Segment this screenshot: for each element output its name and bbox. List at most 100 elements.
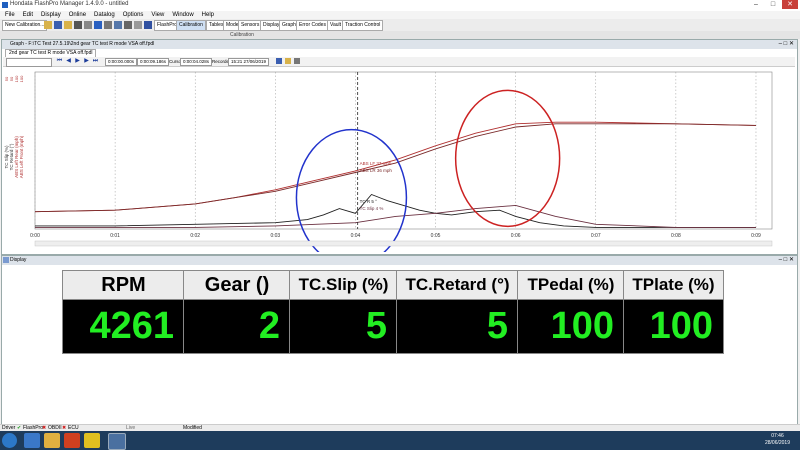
cursor-value-label: ABS LR 36 mph — [360, 168, 393, 173]
display-title-bar: Display – □ ✕ — [2, 256, 797, 265]
graph-window: Graph - F:\TC Test 27.5.19\2nd gear TC t… — [1, 39, 798, 255]
end-time-field[interactable]: 0:00:09.186s — [137, 58, 170, 66]
cursor-value-label: TC R 5 ° — [360, 199, 378, 204]
media-icon[interactable] — [64, 433, 80, 448]
menu-online[interactable]: Online — [66, 11, 89, 19]
step-forward-icon[interactable]: ▶ — [83, 58, 90, 65]
x-tick-label: 0:01 — [110, 233, 120, 239]
datalog-chart[interactable]: 0:00 0:01 0:02 0:03 0:04 0:05 0:06 0:07 0:08 0:09… — [2, 67, 797, 252]
skip-start-icon[interactable]: ⏮ — [56, 58, 63, 65]
x-tick-label: 0:00 — [30, 233, 40, 239]
menu-view[interactable]: View — [148, 11, 167, 19]
step-back-icon[interactable]: ◀ — [65, 58, 72, 65]
open-icon[interactable] — [44, 21, 52, 29]
gauge-value: 5 — [397, 300, 518, 353]
minimize-icon[interactable]: – — [748, 0, 764, 9]
x-tick-label: 0:07 — [591, 233, 601, 239]
graph-channel-select[interactable] — [6, 58, 52, 67]
gauge-label: TC.Retard (°) — [397, 271, 518, 300]
save-icon[interactable] — [54, 21, 62, 29]
y-axis-label: ABS Left Front (mph) — [19, 135, 24, 178]
display-title: Display — [10, 257, 27, 263]
graph-window-controls-icon[interactable]: – □ ✕ — [779, 40, 794, 47]
tab-error-codes[interactable]: Error Codes — [296, 20, 329, 31]
graph-controls: ⏮ ◀ ▶ ▶ ⏭ 0:00:00.000s 0:00:09.186s Curs… — [3, 57, 795, 67]
menu-file[interactable]: File — [2, 11, 18, 19]
maximize-icon[interactable]: □ — [765, 0, 781, 9]
menu-options[interactable]: Options — [120, 11, 147, 19]
window-title: Hondata FlashPro Manager 1.4.9.0 - untit… — [10, 1, 129, 7]
cursor-time-field[interactable]: 0:00:04.028s — [180, 58, 213, 66]
gauge-value: 4261 — [63, 300, 184, 353]
play-icon[interactable]: ▶ — [74, 58, 81, 65]
scan-icon[interactable] — [124, 21, 132, 29]
x-tick-label: 0:02 — [190, 233, 200, 239]
display-window-icon — [3, 257, 9, 263]
sensor-icon[interactable] — [84, 21, 92, 29]
x-tick-label: 0:04 — [351, 233, 361, 239]
explorer-icon[interactable] — [44, 433, 60, 448]
close-icon[interactable]: ✕ — [782, 0, 798, 9]
menu-datalog[interactable]: Datalog — [91, 11, 118, 19]
graph-icon[interactable] — [94, 21, 102, 29]
menu-window[interactable]: Window — [169, 11, 196, 19]
tab-calibration[interactable]: Calibration — [176, 20, 206, 31]
new-calibration-button[interactable]: New Calibration... — [2, 20, 48, 31]
windows-start-icon[interactable] — [2, 433, 17, 448]
taskbar: 07:46 28/06/2019 — [0, 431, 800, 450]
x-tick-label: 0:05 — [431, 233, 441, 239]
app-icon — [2, 2, 8, 8]
menu-edit[interactable]: Edit — [20, 11, 36, 19]
gauge-value: 5 — [290, 300, 397, 353]
folder-icon[interactable] — [64, 21, 72, 29]
cursor-value-label: TC Slip 4 % — [360, 206, 384, 211]
chip-icon[interactable] — [74, 21, 82, 29]
gauge-gear: Gear () 2 — [183, 270, 291, 354]
ie-icon[interactable] — [24, 433, 40, 448]
gauge-tpedal: TPedal (%) 100 — [517, 270, 625, 354]
chrome-icon[interactable] — [84, 433, 100, 448]
graph-title: Graph - F:\TC Test 27.5.19\2nd gear TC t… — [10, 41, 155, 47]
graph-title-bar: Graph - F:\TC Test 27.5.19\2nd gear TC t… — [2, 40, 797, 49]
gauge-rpm: RPM 4261 — [62, 270, 185, 354]
gauge-label: TC.Slip (%) — [290, 271, 397, 300]
clock-date: 28/06/2019 — [764, 440, 790, 446]
menu-help[interactable]: Help — [199, 11, 217, 19]
gauge-value: 100 — [518, 300, 624, 353]
x-tick-label: 0:08 — [671, 233, 681, 239]
system-clock[interactable]: 07:46 28/06/2019 — [765, 433, 790, 447]
key-icon[interactable] — [134, 21, 142, 29]
tab-sensors[interactable]: Sensors — [238, 20, 263, 31]
x-tick-label: 0:09 — [751, 233, 761, 239]
graph-settings-icon[interactable] — [294, 58, 300, 64]
menu-bar: File Edit Display Online Datalog Options… — [0, 11, 800, 19]
x-tick-label: 0:03 — [270, 233, 280, 239]
calibration-panel-header: Calibration — [0, 31, 800, 39]
calibration-title: Calibration — [230, 32, 254, 38]
gauge-tc-retard: TC.Retard (°) 5 — [396, 270, 519, 354]
save-graph-icon[interactable] — [276, 58, 282, 64]
open-graph-icon[interactable] — [285, 58, 291, 64]
skip-end-icon[interactable]: ⏭ — [92, 58, 99, 65]
gauge-value: 2 — [184, 300, 290, 353]
gauge-label: RPM — [63, 271, 184, 300]
gauge-tc-slip: TC.Slip (%) 5 — [289, 270, 398, 354]
cursor-value-label: ABS LF 37 mph — [360, 161, 392, 166]
display-window-controls-icon[interactable]: – □ ✕ — [779, 256, 794, 263]
menu-display[interactable]: Display — [38, 11, 64, 19]
graph-file-tab[interactable]: 2nd gear TC test R mode VSA off.fpdl — [5, 49, 97, 57]
tab-traction-control[interactable]: Traction Control — [342, 20, 384, 31]
log-icon[interactable] — [114, 21, 122, 29]
gauge-label: TPedal (%) — [518, 271, 624, 300]
gauge-label: Gear () — [184, 271, 290, 300]
settings-icon[interactable] — [104, 21, 112, 29]
bluetooth-icon[interactable] — [144, 21, 152, 29]
gauge-tplate: TPlate (%) 100 — [623, 270, 724, 354]
gauge-label: TPlate (%) — [624, 271, 723, 300]
y-scale-label: 100 — [19, 75, 24, 82]
flashpro-taskbar-icon[interactable] — [108, 433, 126, 450]
display-window: Display – □ ✕ RPM 4261 Gear () 2 TC.Slip… — [1, 255, 798, 425]
clock-time: 07:46 — [771, 433, 784, 439]
start-time-field[interactable]: 0:00:00.000s — [105, 58, 138, 66]
x-tick-label: 0:06 — [511, 233, 521, 239]
